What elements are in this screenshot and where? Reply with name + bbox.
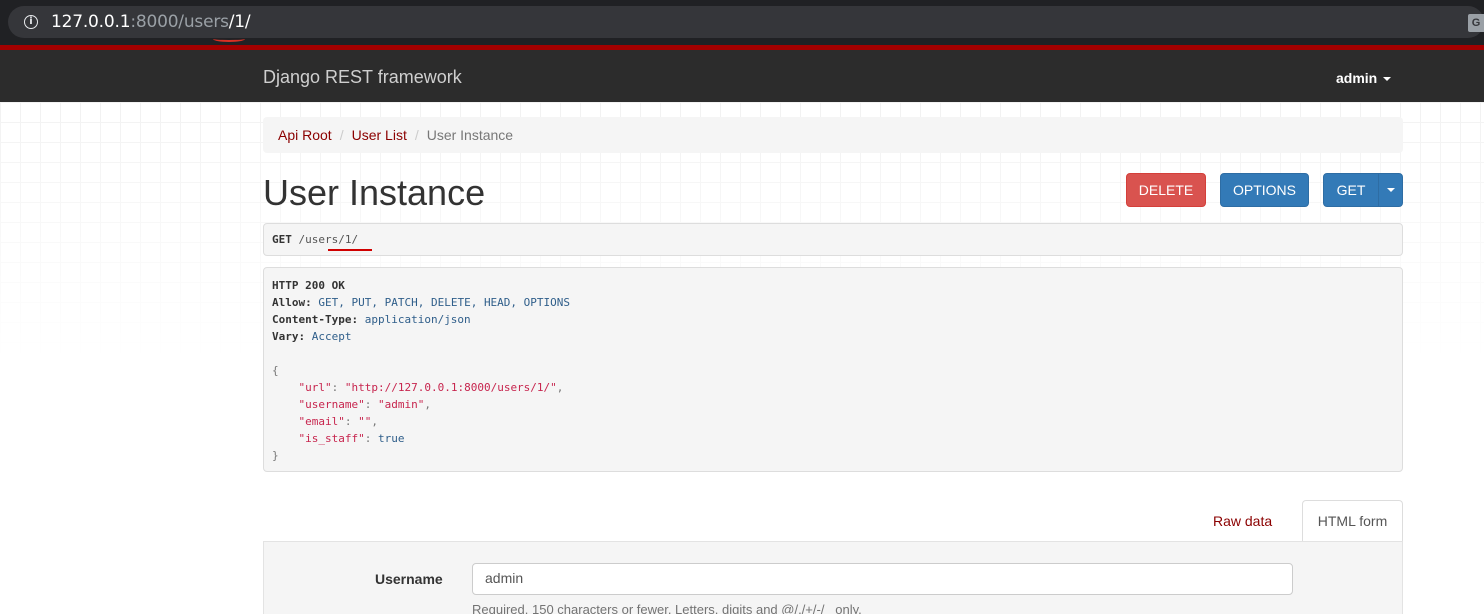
breadcrumb-api-root[interactable]: Api Root [278, 127, 332, 143]
url-text[interactable]: 127.0.0.1:8000/users/1/ [51, 12, 251, 32]
request-annotation-underline [328, 249, 372, 251]
user-name: admin [1336, 70, 1378, 86]
html-form: Username admin Required. 150 characters … [263, 541, 1403, 614]
json-open-brace: { [272, 364, 279, 377]
response-header: Allow: GET, PUT, PATCH, DELETE, HEAD, OP… [272, 296, 571, 309]
form-tabs: Raw data HTML form [263, 500, 1403, 542]
breadcrumb-active: User Instance [426, 127, 514, 143]
brand-link[interactable]: Django REST framework [263, 67, 462, 88]
caret-down-icon [1383, 77, 1392, 82]
url-highlight: /1/ [228, 12, 251, 32]
username-help-text: Required. 150 characters or fewer. Lette… [472, 602, 862, 614]
url-path: :8000/users [130, 12, 229, 32]
address-bar[interactable]: i 127.0.0.1:8000/users/1/ G [8, 6, 1484, 42]
info-icon[interactable]: i [24, 15, 38, 29]
response-header: Vary: Accept [272, 330, 352, 343]
options-button[interactable]: OPTIONS [1220, 173, 1309, 207]
delete-button[interactable]: DELETE [1126, 173, 1206, 207]
breadcrumb-user-list[interactable]: User List [352, 127, 407, 143]
breadcrumb-separator: / [339, 127, 344, 143]
json-line: "url": "http://127.0.0.1:8000/users/1/", [298, 381, 564, 394]
browser-toolbar: i 127.0.0.1:8000/users/1/ G [0, 0, 1484, 45]
translate-icon[interactable]: G [1468, 14, 1484, 32]
request-info: GET /users/1/ [263, 223, 1403, 256]
tab-html-form[interactable]: HTML form [1302, 500, 1403, 542]
username-label: Username [375, 571, 443, 587]
response-header: Content-Type: application/json [272, 313, 471, 326]
user-dropdown[interactable]: admin [1336, 70, 1392, 86]
url-host: 127.0.0.1 [51, 12, 131, 32]
json-line: "username": "admin", [298, 398, 431, 411]
url-annotation-underline [213, 36, 245, 42]
response-info: HTTP 200 OK Allow: GET, PUT, PATCH, DELE… [263, 267, 1403, 472]
request-path: /users/1/ [298, 233, 359, 246]
tab-raw-data[interactable]: Raw data [1213, 513, 1272, 529]
response-status: HTTP 200 OK [272, 279, 345, 292]
breadcrumb-separator: / [414, 127, 419, 143]
json-line: "email": "", [298, 415, 378, 428]
json-close-brace: } [272, 449, 279, 462]
request-method: GET [272, 233, 292, 246]
navbar: Django REST framework admin [0, 45, 1484, 102]
json-line: "is_staff": true [298, 432, 405, 445]
get-format-dropdown[interactable] [1378, 173, 1403, 207]
page-title: User Instance [263, 172, 486, 213]
breadcrumb: Api Root / User List / User Instance [263, 117, 1403, 153]
caret-down-icon [1386, 188, 1395, 193]
get-button[interactable]: GET [1323, 173, 1379, 207]
username-input[interactable]: admin [472, 563, 1293, 595]
